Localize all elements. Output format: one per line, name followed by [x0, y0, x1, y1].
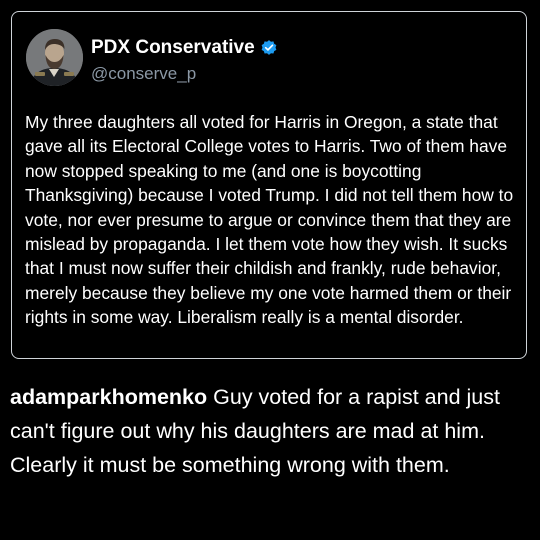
user-handle[interactable]: @conserve_p — [91, 64, 196, 84]
comment: adamparkhomenko Guy voted for a rapist a… — [10, 380, 530, 482]
display-name[interactable]: PDX Conservative — [91, 37, 255, 59]
tweet-text: My three daughters all voted for Harris … — [25, 112, 514, 328]
display-name-row: PDX Conservative — [91, 37, 278, 59]
portrait-avatar-icon — [26, 29, 83, 86]
tweet-card: PDX Conservative @conserve_p My three da… — [11, 11, 527, 359]
comment-username[interactable]: adamparkhomenko — [10, 385, 207, 409]
verified-badge-icon — [260, 39, 278, 57]
avatar[interactable] — [26, 29, 83, 86]
